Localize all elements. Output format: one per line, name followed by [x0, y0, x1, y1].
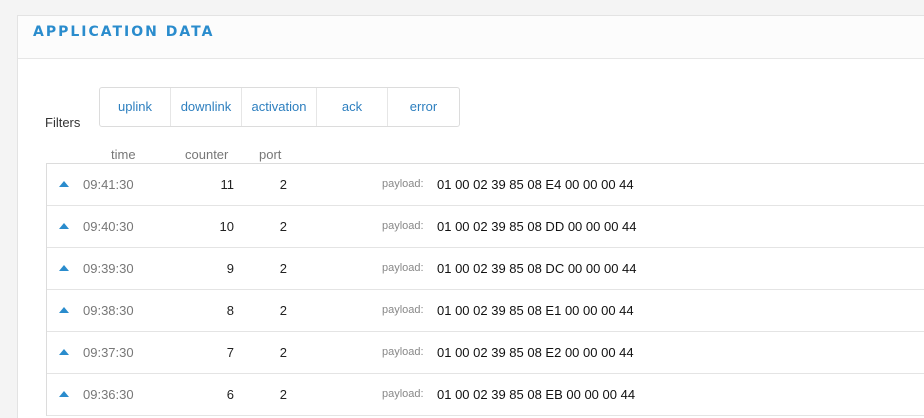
top-strip — [0, 0, 924, 15]
row-port: 2 — [279, 219, 287, 234]
row-time: 09:37:30 — [83, 345, 134, 360]
row-port: 2 — [279, 387, 287, 402]
row-counter: 6 — [226, 387, 234, 402]
filter-error-button[interactable]: error — [388, 88, 459, 126]
triangle-up-icon[interactable] — [59, 223, 69, 229]
payload-label: payload: — [382, 346, 424, 358]
row-time: 09:41:30 — [83, 177, 134, 192]
panel-header: APPLICATION DATA — [18, 16, 924, 59]
filter-ack-button[interactable]: ack — [317, 88, 388, 126]
row-time: 09:36:30 — [83, 387, 134, 402]
payload-value: 01 00 02 39 85 08 E1 00 00 00 44 — [437, 303, 634, 318]
row-time: 09:40:30 — [83, 219, 134, 234]
row-counter: 10 — [219, 219, 234, 234]
payload-label: payload: — [382, 388, 424, 400]
column-header-port: port — [259, 147, 282, 162]
filter-downlink-button[interactable]: downlink — [171, 88, 242, 126]
row-time: 09:38:30 — [83, 303, 134, 318]
payload-label: payload: — [382, 304, 424, 316]
table-row[interactable]: 09:36:30 6 2 payload: 01 00 02 39 85 08 … — [47, 374, 924, 416]
column-header-time: time — [111, 147, 136, 162]
filter-uplink-button[interactable]: uplink — [100, 88, 171, 126]
payload-value: 01 00 02 39 85 08 DD 00 00 00 44 — [437, 219, 637, 234]
payload-label: payload: — [382, 220, 424, 232]
table-row[interactable]: 09:38:30 8 2 payload: 01 00 02 39 85 08 … — [47, 290, 924, 332]
row-port: 2 — [279, 177, 287, 192]
payload-value: 01 00 02 39 85 08 E4 00 00 00 44 — [437, 177, 634, 192]
row-port: 2 — [279, 261, 287, 276]
triangle-up-icon[interactable] — [59, 181, 69, 187]
panel-title: APPLICATION DATA — [33, 24, 215, 40]
table-row[interactable]: 09:37:30 7 2 payload: 01 00 02 39 85 08 … — [47, 332, 924, 374]
payload-value: 01 00 02 39 85 08 EB 00 00 00 44 — [437, 387, 636, 402]
triangle-up-icon[interactable] — [59, 307, 69, 313]
application-data-panel: APPLICATION DATA Filters uplink downlink… — [17, 15, 924, 418]
filter-activation-button[interactable]: activation — [242, 88, 317, 126]
filter-button-group: uplink downlink activation ack error — [99, 87, 460, 127]
row-counter: 7 — [226, 345, 234, 360]
triangle-up-icon[interactable] — [59, 265, 69, 271]
table-row[interactable]: 09:41:30 11 2 payload: 01 00 02 39 85 08… — [47, 164, 924, 206]
filters-label: Filters — [45, 115, 81, 130]
table-row[interactable]: 09:40:30 10 2 payload: 01 00 02 39 85 08… — [47, 206, 924, 248]
row-counter: 8 — [226, 303, 234, 318]
row-counter: 11 — [220, 177, 235, 192]
data-table: 09:41:30 11 2 payload: 01 00 02 39 85 08… — [46, 163, 924, 416]
row-port: 2 — [279, 345, 287, 360]
payload-value: 01 00 02 39 85 08 E2 00 00 00 44 — [437, 345, 634, 360]
payload-label: payload: — [382, 178, 424, 190]
payload-label: payload: — [382, 262, 424, 274]
row-time: 09:39:30 — [83, 261, 134, 276]
row-port: 2 — [279, 303, 287, 318]
triangle-up-icon[interactable] — [59, 349, 69, 355]
row-counter: 9 — [226, 261, 234, 276]
payload-value: 01 00 02 39 85 08 DC 00 00 00 44 — [437, 261, 637, 276]
table-row[interactable]: 09:39:30 9 2 payload: 01 00 02 39 85 08 … — [47, 248, 924, 290]
column-header-counter: counter — [185, 147, 229, 162]
triangle-up-icon[interactable] — [59, 391, 69, 397]
